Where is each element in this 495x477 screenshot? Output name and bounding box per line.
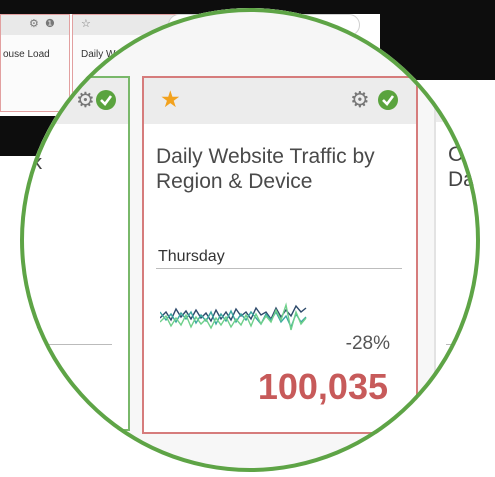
- gear-icon[interactable]: ⚙: [350, 89, 370, 111]
- left-widget-card[interactable]: ⚙ k 15 +3.7% M: [20, 76, 130, 472]
- widget-title: k: [32, 152, 42, 174]
- divider: [446, 344, 480, 345]
- widget-title-text: C Da: [448, 143, 475, 191]
- change-percent: +3.7%: [34, 408, 89, 429]
- widget-header: ⚙: [20, 78, 128, 124]
- gear-icon[interactable]: ⚙: [76, 88, 95, 113]
- widget-header: ★ ⚙: [144, 78, 416, 124]
- divider: [156, 268, 402, 269]
- star-icon[interactable]: ★: [160, 88, 181, 111]
- widget-header: [436, 76, 480, 122]
- kpi-value: 100,035: [257, 366, 388, 407]
- widget-card-daily-traffic[interactable]: ★ ⚙ Daily Website Traffic by Region & De…: [142, 76, 418, 434]
- toolbar-strip: [20, 8, 480, 50]
- divider: [20, 344, 112, 345]
- check-circle-icon: [378, 90, 398, 110]
- widget-row-value: 15: [22, 325, 40, 342]
- right-widget-card[interactable]: C Da: [434, 76, 480, 434]
- magnifier-lens: ⚙ k 15 +3.7% M ★ ⚙ Daily Website Traffic…: [20, 8, 480, 472]
- widget-title: C Da: [448, 142, 475, 192]
- kpi-value: M: [54, 451, 81, 472]
- day-label: Thursday: [158, 248, 225, 265]
- sparkline-chart: [160, 302, 307, 331]
- check-circle-icon: [96, 90, 116, 110]
- change-percent: -28%: [345, 333, 390, 354]
- widget-title: Daily Website Traffic by Region & Device: [156, 145, 375, 193]
